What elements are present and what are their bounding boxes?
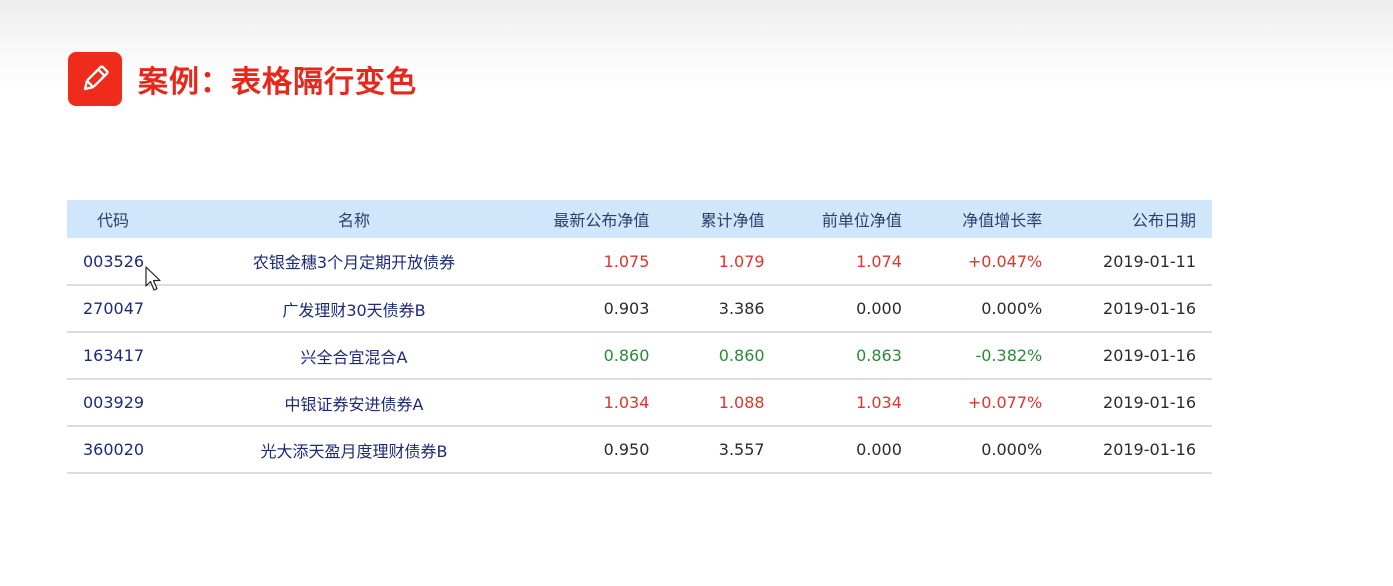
cell-accumulated-nav: 1.079: [718, 251, 765, 271]
cell-name: 光大添天盈月度理财债券B: [260, 441, 448, 461]
cell-code: 360020: [83, 440, 145, 459]
fund-table: 代码 名称 最新公布净值 累计净值 前单位净值 净值增长率 公布日期 00352…: [67, 200, 1212, 474]
cell-code: 163417: [83, 346, 145, 365]
slide-header: 案例：表格隔行变色: [68, 52, 417, 106]
table-row[interactable]: 003929 中银证券安进债券A 1.034 1.088 1.034 +0.077% 201…: [67, 379, 1212, 426]
column-header-previous-nav[interactable]: 前单位净值: [765, 200, 902, 238]
cell-latest-nav: 1.075: [603, 251, 650, 271]
cell-latest-nav: 1.034: [603, 393, 650, 412]
cell-code: 003526: [83, 251, 145, 271]
cell-growth-rate: 0.000%: [981, 299, 1043, 318]
cell-previous-nav: 0.000: [856, 440, 902, 459]
cell-code: 003929: [83, 393, 145, 412]
cell-accumulated-nav: 0.860: [718, 346, 765, 365]
table-row[interactable]: 360020 光大添天盈月度理财债券B 0.950 3.557 0.000 0.000% 2…: [67, 426, 1212, 473]
table-row[interactable]: 163417 兴全合宜混合A 0.860 0.860 0.863 -0.382% 2019-…: [67, 332, 1212, 379]
cell-publish-date: 2019-01-11: [1103, 251, 1196, 271]
cell-latest-nav: 0.950: [603, 440, 650, 459]
page-title: 案例：表格隔行变色: [138, 65, 417, 100]
cell-name: 农银金穗3个月定期开放债券: [252, 253, 456, 272]
cell-accumulated-nav: 1.088: [718, 393, 765, 412]
table-row[interactable]: 270047 广发理财30天债券B 0.903 3.386 0.000 0.000% 201…: [67, 285, 1212, 332]
mouse-cursor-icon: [145, 266, 163, 297]
table-row[interactable]: 003526 农银金穗3个月定期开放债券 1.075 1.079 1.074 +0.047…: [67, 238, 1212, 285]
cell-previous-nav: 0.863: [856, 346, 902, 365]
cell-publish-date: 2019-01-16: [1103, 346, 1196, 365]
cell-publish-date: 2019-01-16: [1103, 393, 1196, 412]
table-body: 003526 农银金穗3个月定期开放债券 1.075 1.079 1.074 +0.047…: [67, 238, 1212, 473]
column-header-code[interactable]: 代码: [67, 200, 195, 238]
column-header-name[interactable]: 名称: [195, 200, 513, 238]
pencil-icon: [78, 62, 112, 96]
cell-accumulated-nav: 3.386: [718, 299, 765, 318]
column-header-latest-nav[interactable]: 最新公布净值: [513, 200, 649, 238]
cell-growth-rate: +0.047%: [967, 251, 1043, 271]
column-header-accumulated-nav[interactable]: 累计净值: [649, 200, 765, 238]
cell-accumulated-nav: 3.557: [718, 440, 765, 459]
cell-previous-nav: 1.034: [856, 393, 902, 412]
cell-previous-nav: 1.074: [856, 251, 902, 271]
cell-publish-date: 2019-01-16: [1103, 440, 1196, 459]
cell-name: 广发理财30天债券B: [282, 300, 426, 320]
table-header-row: 代码 名称 最新公布净值 累计净值 前单位净值 净值增长率 公布日期: [67, 200, 1212, 238]
cell-name: 兴全合宜混合A: [300, 347, 408, 367]
cell-publish-date: 2019-01-16: [1103, 299, 1196, 318]
column-header-publish-date[interactable]: 公布日期: [1042, 200, 1212, 238]
cell-latest-nav: 0.860: [603, 346, 650, 365]
cell-latest-nav: 0.903: [603, 299, 650, 318]
title-badge: [68, 52, 122, 106]
cell-previous-nav: 0.000: [856, 299, 902, 318]
cell-code: 270047: [83, 299, 145, 318]
cell-name: 中银证券安进债券A: [284, 394, 424, 414]
cell-growth-rate: -0.382%: [975, 346, 1043, 365]
cell-growth-rate: 0.000%: [981, 440, 1043, 459]
column-header-growth-rate[interactable]: 净值增长率: [902, 200, 1042, 238]
cell-growth-rate: +0.077%: [967, 393, 1043, 412]
